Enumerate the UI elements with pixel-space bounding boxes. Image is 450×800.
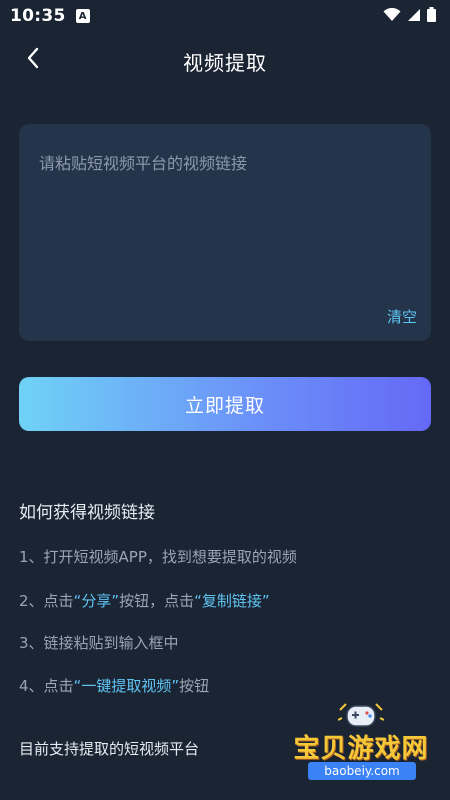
- howto-step-2: 2、点击“分享”按钮，点击“复制链接”: [19, 590, 270, 611]
- watermark-url: baobeiy.com: [308, 762, 416, 780]
- share-highlight: “分享”: [73, 592, 120, 610]
- howto-title: 如何获得视频链接: [19, 503, 155, 523]
- step-text: 按钮: [179, 677, 210, 695]
- signal-icon: [407, 7, 421, 26]
- battery-icon: [427, 6, 436, 26]
- clear-button[interactable]: 清空: [387, 306, 417, 327]
- nav-bar: 视频提取: [0, 32, 450, 90]
- notification-icon: A: [75, 9, 90, 23]
- status-icons: [383, 6, 436, 26]
- extract-button[interactable]: 立即提取: [19, 377, 431, 431]
- page-title: 视频提取: [183, 50, 267, 75]
- copy-link-highlight: “复制链接”: [194, 592, 270, 610]
- status-bar: 10:35 A: [0, 0, 450, 32]
- supported-platforms-title: 目前支持提取的短视频平台: [19, 740, 200, 758]
- howto-step-1: 1、打开短视频APP，找到想要提取的视频: [19, 548, 297, 566]
- wifi-icon: [383, 7, 401, 26]
- watermark-logo: 宝贝游戏网 baobeiy.com: [286, 700, 436, 782]
- link-input-box: 清空: [19, 124, 431, 341]
- step-text: 按钮，点击: [119, 592, 195, 610]
- watermark-text: 宝贝游戏网: [293, 734, 429, 764]
- step-text: 2、点击: [19, 592, 74, 610]
- howto-step-3: 3、链接粘贴到输入框中: [19, 634, 179, 652]
- status-time: 10:35: [10, 6, 66, 26]
- chevron-left-icon: [26, 47, 40, 73]
- link-input[interactable]: [19, 124, 431, 304]
- one-click-extract-highlight: “一键提取视频”: [73, 677, 180, 695]
- gamepad-icon: [337, 700, 385, 730]
- back-button[interactable]: [18, 45, 48, 75]
- step-text: 4、点击: [19, 677, 74, 695]
- howto-step-4: 4、点击“一键提取视频”按钮: [19, 675, 209, 696]
